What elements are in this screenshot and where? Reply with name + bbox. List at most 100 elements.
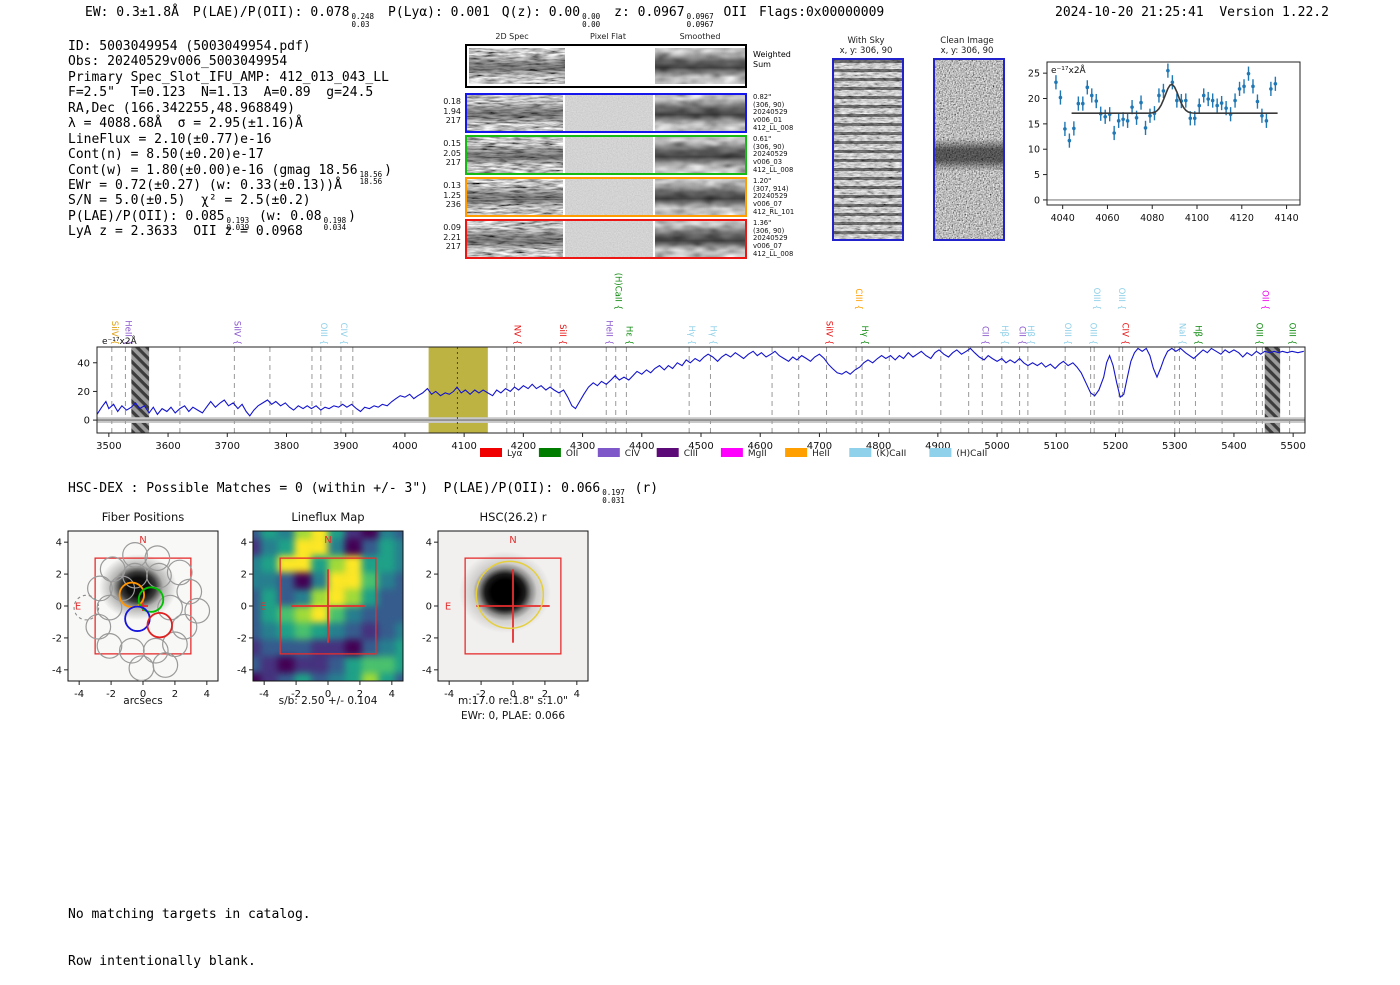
x-tick-label: 3500 — [96, 441, 121, 452]
data-point — [1264, 119, 1269, 123]
text-segment: EW: 0.3±1.8Å — [85, 5, 179, 20]
data-point — [1094, 99, 1099, 103]
y-tick-label: -2 — [52, 633, 62, 644]
cutout-image-smoothed — [655, 95, 745, 131]
uncertainty-range: 0.198 0.034 — [323, 215, 347, 233]
legend-label: Lyα — [507, 449, 523, 459]
x-tick-label: -4 — [259, 689, 269, 700]
text-segment: λ = 4088.68Å σ = 2.95(±1.16)Å — [68, 116, 303, 132]
noise-image — [565, 95, 653, 131]
data-point — [1081, 101, 1085, 106]
clean-coords: x, y: 306, 90 — [940, 46, 994, 56]
data-point — [1121, 117, 1125, 122]
x-tick-label: 5200 — [1103, 441, 1128, 452]
emission-line-label: Hγ { — [708, 325, 718, 345]
info-line: S/N = 5.0(±0.5) χ² = 2.5(±0.2) — [68, 193, 392, 208]
text-segment: Obs: 20240529v006_5003049954 — [68, 54, 288, 70]
sky-panel-withsky: With Sky x, y: 306, 90 — [822, 36, 910, 241]
data-point — [1260, 113, 1264, 118]
cutout-row-right-labels: 0.61" (306, 90) 20240529 v006_03 412_LL_008 — [753, 135, 794, 174]
x-tick-label: 4 — [574, 689, 580, 700]
text-segment: OII — [715, 5, 748, 20]
zoom-spectrum-svg: 4040 4060 4080 4100 4120 4140 0 5 10 15 20 25 e⁻¹⁷x2… — [1028, 61, 1301, 224]
x-tick-label: 4100 — [451, 441, 476, 452]
emission-line-label: OIII { — [1091, 288, 1101, 310]
x-tick-label: 4080 — [1140, 213, 1164, 224]
data-point — [1139, 100, 1143, 105]
withsky-image — [832, 58, 904, 241]
cutout-row-left-labels: 0.13 1.25 236 — [443, 181, 461, 209]
data-point — [1112, 131, 1116, 135]
lineflux_map-svg: -4 -4 -2 -2 0 0 2 2 4 4 N E — [237, 530, 404, 700]
noise-image — [565, 137, 653, 173]
x-tick-label: -4 — [444, 689, 454, 700]
x-tick-label: 5300 — [1162, 441, 1187, 452]
data-point — [1269, 87, 1273, 91]
data-point — [1215, 103, 1219, 108]
x-tick-label: 4 — [389, 689, 395, 700]
fiber-circle — [118, 637, 145, 664]
x-tick-label: 5100 — [1044, 441, 1069, 452]
compass-east: E — [260, 602, 266, 613]
cutout-row — [465, 219, 747, 259]
text-segment: F=2.5" T=0.123 N=1.13 A=0.89 g=24.5 — [68, 85, 374, 101]
y-tick-label: 0 — [1034, 195, 1040, 206]
legend-swatch — [849, 448, 872, 457]
data-point — [1161, 89, 1166, 93]
x-tick-label: 0 — [510, 689, 516, 700]
y-tick-label: 40 — [77, 358, 90, 369]
x-tick-label: 5000 — [984, 441, 1009, 452]
emission-line-label: Hε { — [623, 326, 633, 345]
data-point — [1192, 116, 1197, 121]
footer-line-2: Row intentionally blank. — [68, 953, 256, 969]
x-tick-label: -4 — [74, 689, 84, 700]
data-point — [1054, 80, 1058, 85]
emission-line-label: (H)CaII { — [613, 273, 623, 310]
y-tick-label: 4 — [56, 538, 62, 549]
uncertainty-range: 18.56 18.56 — [359, 169, 383, 187]
dark-band — [467, 95, 563, 131]
withsky-title: With Sky — [847, 36, 885, 46]
fiber-circle — [184, 597, 211, 624]
fiber-circle — [152, 652, 179, 678]
data-point — [1148, 113, 1152, 118]
clean-title: Clean Image — [940, 36, 994, 46]
panel-hsc-cutout: HSC(26.2) r m:17.0 re:1.8" s:1.0" EWr: 0… — [408, 506, 618, 738]
text-segment: Flags:0x00000009 — [759, 5, 885, 20]
y-tick-label: 2 — [241, 570, 247, 581]
cutout-image-smoothed — [655, 179, 745, 215]
uncertainty-range: 0.248 0.03 — [351, 12, 375, 29]
legend-swatch — [656, 448, 679, 457]
data-point — [1166, 68, 1170, 73]
data-point — [1206, 97, 1211, 101]
data-point — [1067, 138, 1072, 143]
emission-line-label: CIV { — [1120, 323, 1130, 345]
uncertainty-range: 0.00 0.00 — [582, 12, 601, 29]
emission-line-label: Hγ { — [686, 325, 696, 345]
y-tick-label: 4 — [426, 538, 432, 549]
dark-band — [655, 95, 745, 131]
panel-lineflux-map: Lineflux Map s/b: 2.50 +/- 0.104 -4 -4 -2-… — [223, 506, 433, 738]
emission-line-label: OIII { — [318, 323, 328, 345]
emission-line-label: HeII { — [603, 320, 613, 345]
legend-label: MgII — [748, 449, 767, 459]
y-tick-label: 25 — [1028, 69, 1040, 80]
emission-line-label: Hβ { — [1193, 325, 1203, 345]
legend-label: (K)CaII — [876, 449, 906, 459]
y-tick-label: 0 — [56, 602, 62, 613]
data-point — [1224, 106, 1228, 110]
text-segment: Cont(n) = 8.50(±0.20)e-17 — [68, 147, 264, 163]
emission-line-label: OIII { — [1062, 323, 1072, 345]
noise-image — [565, 221, 653, 257]
info-line: Primary Spec_Slot_IFU_AMP: 412_013_043_L… — [68, 70, 392, 85]
text-segment: LineFlux = 2.10(±0.77)e-16 — [68, 131, 272, 147]
x-tick-label: 4 — [204, 689, 210, 700]
info-line: P(LAE)/P(OII): 0.085 0.193 0.039 (w: 0.08 0… — [68, 209, 392, 232]
cutout-row-left-labels: 0.09 2.21 217 — [443, 223, 461, 251]
data-point — [1063, 127, 1067, 131]
units-annotation: e⁻¹⁷x2Å — [1051, 64, 1087, 76]
x-tick-label: -2 — [476, 689, 486, 700]
legend-swatch — [785, 448, 808, 457]
dark-band — [467, 179, 563, 215]
clean-image — [933, 58, 1005, 241]
